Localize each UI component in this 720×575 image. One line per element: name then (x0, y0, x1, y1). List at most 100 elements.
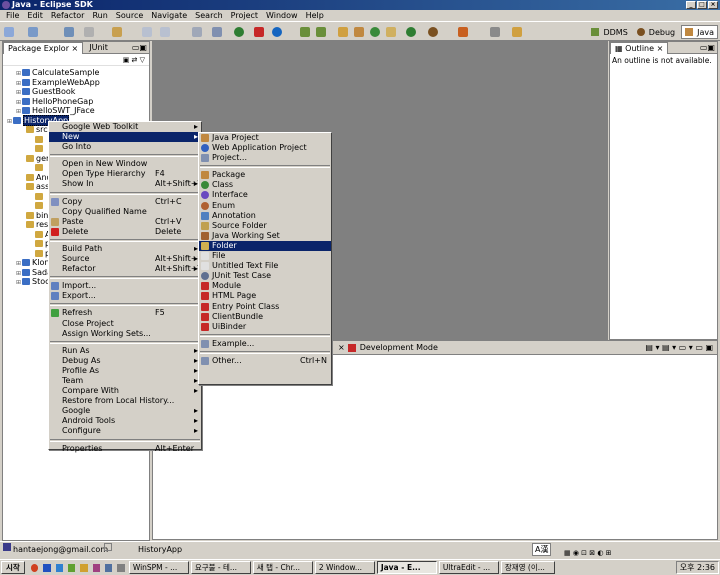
new-item-java-project[interactable]: Java Project (199, 133, 331, 143)
expand-icon[interactable]: ⊞ (16, 70, 21, 77)
new-item-interface[interactable]: Interface (199, 190, 331, 200)
taskbar-item-bank[interactable]: 요구불 - 테... (190, 561, 251, 574)
open-task-icon[interactable] (212, 27, 222, 37)
menu-item-google-web-toolkit[interactable]: Google Web Toolkit ▸ (49, 122, 201, 132)
expand-icon[interactable]: ⊞ (7, 118, 12, 125)
taskbar-item-messenger[interactable]: 장재영 (이... (500, 561, 555, 574)
new-item-entry-point-class[interactable]: Entry Point Class (199, 302, 331, 312)
taskbar-item-winspm[interactable]: WinSPM - ... (128, 561, 189, 574)
menu-help[interactable]: Help (302, 10, 328, 21)
new-item-annotation[interactable]: Annotation (199, 211, 331, 221)
menu-item-export[interactable]: Export... (49, 291, 201, 301)
menu-item-debug-as[interactable]: Debug As ▸ (49, 356, 201, 366)
edit-icon[interactable] (490, 27, 500, 37)
tab-package-explorer[interactable]: Package Explor × (3, 41, 84, 54)
tree-item[interactable]: ⊞ ExampleWebApp (3, 78, 149, 88)
new-item-class[interactable]: Class (199, 180, 331, 190)
menu-item-go-into[interactable]: Go Into (49, 142, 201, 152)
menu-search[interactable]: Search (191, 10, 226, 21)
menu-item-assign-working-sets[interactable]: Assign Working Sets... (49, 329, 201, 339)
menu-item-profile-as[interactable]: Profile As ▸ (49, 366, 201, 376)
ie-icon[interactable] (43, 563, 51, 572)
new-item-module[interactable]: Module (199, 281, 331, 291)
menu-item-source[interactable]: Source Alt+Shift+S ▸ (49, 254, 203, 264)
tab-outline[interactable]: ▦ Outline × (610, 41, 669, 54)
menu-item-import[interactable]: Import... (49, 281, 201, 291)
chrome-icon[interactable] (30, 563, 39, 572)
new-item-web-application-project[interactable]: Web Application Project (199, 143, 331, 153)
toggle-mark-icon[interactable] (192, 27, 202, 37)
perspective-ddms[interactable]: DDMS (588, 25, 630, 39)
annotate-icon[interactable] (512, 27, 522, 37)
perspective-java[interactable]: Java (681, 25, 718, 39)
minimize-button[interactable]: _ (686, 1, 696, 9)
new-item-untitled-text-file[interactable]: Untitled Text File (199, 261, 331, 271)
ime-indicator[interactable]: A漢 (532, 543, 552, 556)
deploy-icon[interactable] (272, 27, 282, 37)
menu-item-open-in-new-window[interactable]: Open in New Window (49, 159, 201, 169)
maximize-button[interactable]: □ (697, 1, 707, 9)
folder-icon[interactable] (80, 563, 88, 572)
new-item-uibinder[interactable]: UiBinder (199, 322, 331, 332)
menu-item-restore-from-local-history[interactable]: Restore from Local History... (49, 396, 201, 406)
new-item-file[interactable]: File (199, 251, 331, 261)
menu-item-configure[interactable]: Configure ▸ (49, 426, 201, 436)
menu-edit[interactable]: Edit (23, 10, 47, 21)
new-item-other[interactable]: Other... Ctrl+N (199, 356, 331, 366)
menu-item-copy-qualified-name[interactable]: Copy Qualified Name (49, 207, 201, 217)
tab-junit[interactable]: JUnit (83, 43, 108, 52)
search-icon[interactable] (160, 27, 170, 37)
new-item-junit-test-case[interactable]: JUnit Test Case (199, 271, 331, 281)
minimize-panel-icon[interactable]: ▭▣ (132, 43, 149, 52)
new-package-icon[interactable] (354, 27, 364, 37)
forward-icon[interactable] (84, 27, 94, 37)
maximize-outline-icon[interactable]: ▭▣ (700, 43, 717, 52)
taskbar-item-java[interactable]: Java - E... (376, 561, 437, 574)
new-item-folder[interactable]: Folder (199, 240, 331, 252)
new-project-icon[interactable] (338, 27, 348, 37)
save-icon[interactable] (28, 27, 38, 37)
menu-item-google[interactable]: Google ▸ (49, 406, 201, 416)
new-item-example[interactable]: Example... (199, 339, 331, 349)
taskbar-item-ultraedit[interactable]: UltraEdit - ... (438, 561, 499, 574)
misc-icon[interactable] (117, 563, 125, 572)
menu-item-copy[interactable]: Copy Ctrl+C (49, 197, 201, 207)
taskbar-item-chrome[interactable]: 새 탭 - Chr... (252, 561, 313, 574)
view-menu-icon[interactable]: ▣ ⇄ ▽ (123, 56, 145, 64)
new-item-project[interactable]: Project... (199, 153, 331, 163)
new-item-java-working-set[interactable]: Java Working Set (199, 231, 331, 241)
tree-item[interactable]: ⊞ HelloPhoneGap (3, 97, 149, 107)
menu-item-open-type-hierarchy[interactable]: Open Type Hierarchy F4 (49, 169, 201, 179)
menu-item-delete[interactable]: Delete Delete (49, 227, 201, 237)
menu-item-android-tools[interactable]: Android Tools ▸ (49, 416, 201, 426)
new-icon[interactable] (4, 27, 14, 37)
menu-item-compare-with[interactable]: Compare With ▸ (49, 386, 201, 396)
media-icon[interactable] (92, 563, 101, 572)
menu-window[interactable]: Window (262, 10, 302, 21)
menu-file[interactable]: File (2, 10, 23, 21)
back-icon[interactable] (64, 27, 74, 37)
new-item-html-page[interactable]: HTML Page (199, 291, 331, 301)
menu-refactor[interactable]: Refactor (47, 10, 89, 21)
bottom-panel-toolbar[interactable]: ▤ ▾ ▤ ▾ ▭ ▾ ▭ ▣ (645, 343, 717, 352)
open-folder-icon[interactable] (386, 27, 396, 37)
menu-item-run-as[interactable]: Run As ▸ (49, 346, 201, 356)
print-icon[interactable] (142, 27, 152, 37)
menu-item-new[interactable]: New ▸ (49, 132, 201, 143)
tab-development-mode[interactable]: Development Mode (347, 343, 438, 352)
perspective-debug[interactable]: Debug (634, 25, 678, 39)
taskbar-item-windows[interactable]: 2 Window... (314, 561, 375, 574)
desktop-icon[interactable] (55, 563, 63, 572)
open-type-icon[interactable] (112, 27, 122, 37)
expand-icon[interactable]: ⊞ (16, 260, 21, 267)
app-icon[interactable] (67, 563, 76, 572)
menu-run[interactable]: Run (88, 10, 111, 21)
menu-item-show-in[interactable]: Show In Alt+Shift+W ▸ (49, 179, 205, 189)
external-tools-icon[interactable] (458, 27, 468, 37)
tree-item[interactable]: ⊞ CalculateSample (3, 68, 149, 78)
new-item-enum[interactable]: Enum (199, 201, 331, 211)
expand-icon[interactable]: ⊞ (16, 279, 21, 286)
gwt-compile-icon[interactable] (254, 27, 264, 37)
menu-item-close-project[interactable]: Close Project (49, 319, 201, 329)
tree-item[interactable]: ⊞ GuestBook (3, 87, 149, 97)
